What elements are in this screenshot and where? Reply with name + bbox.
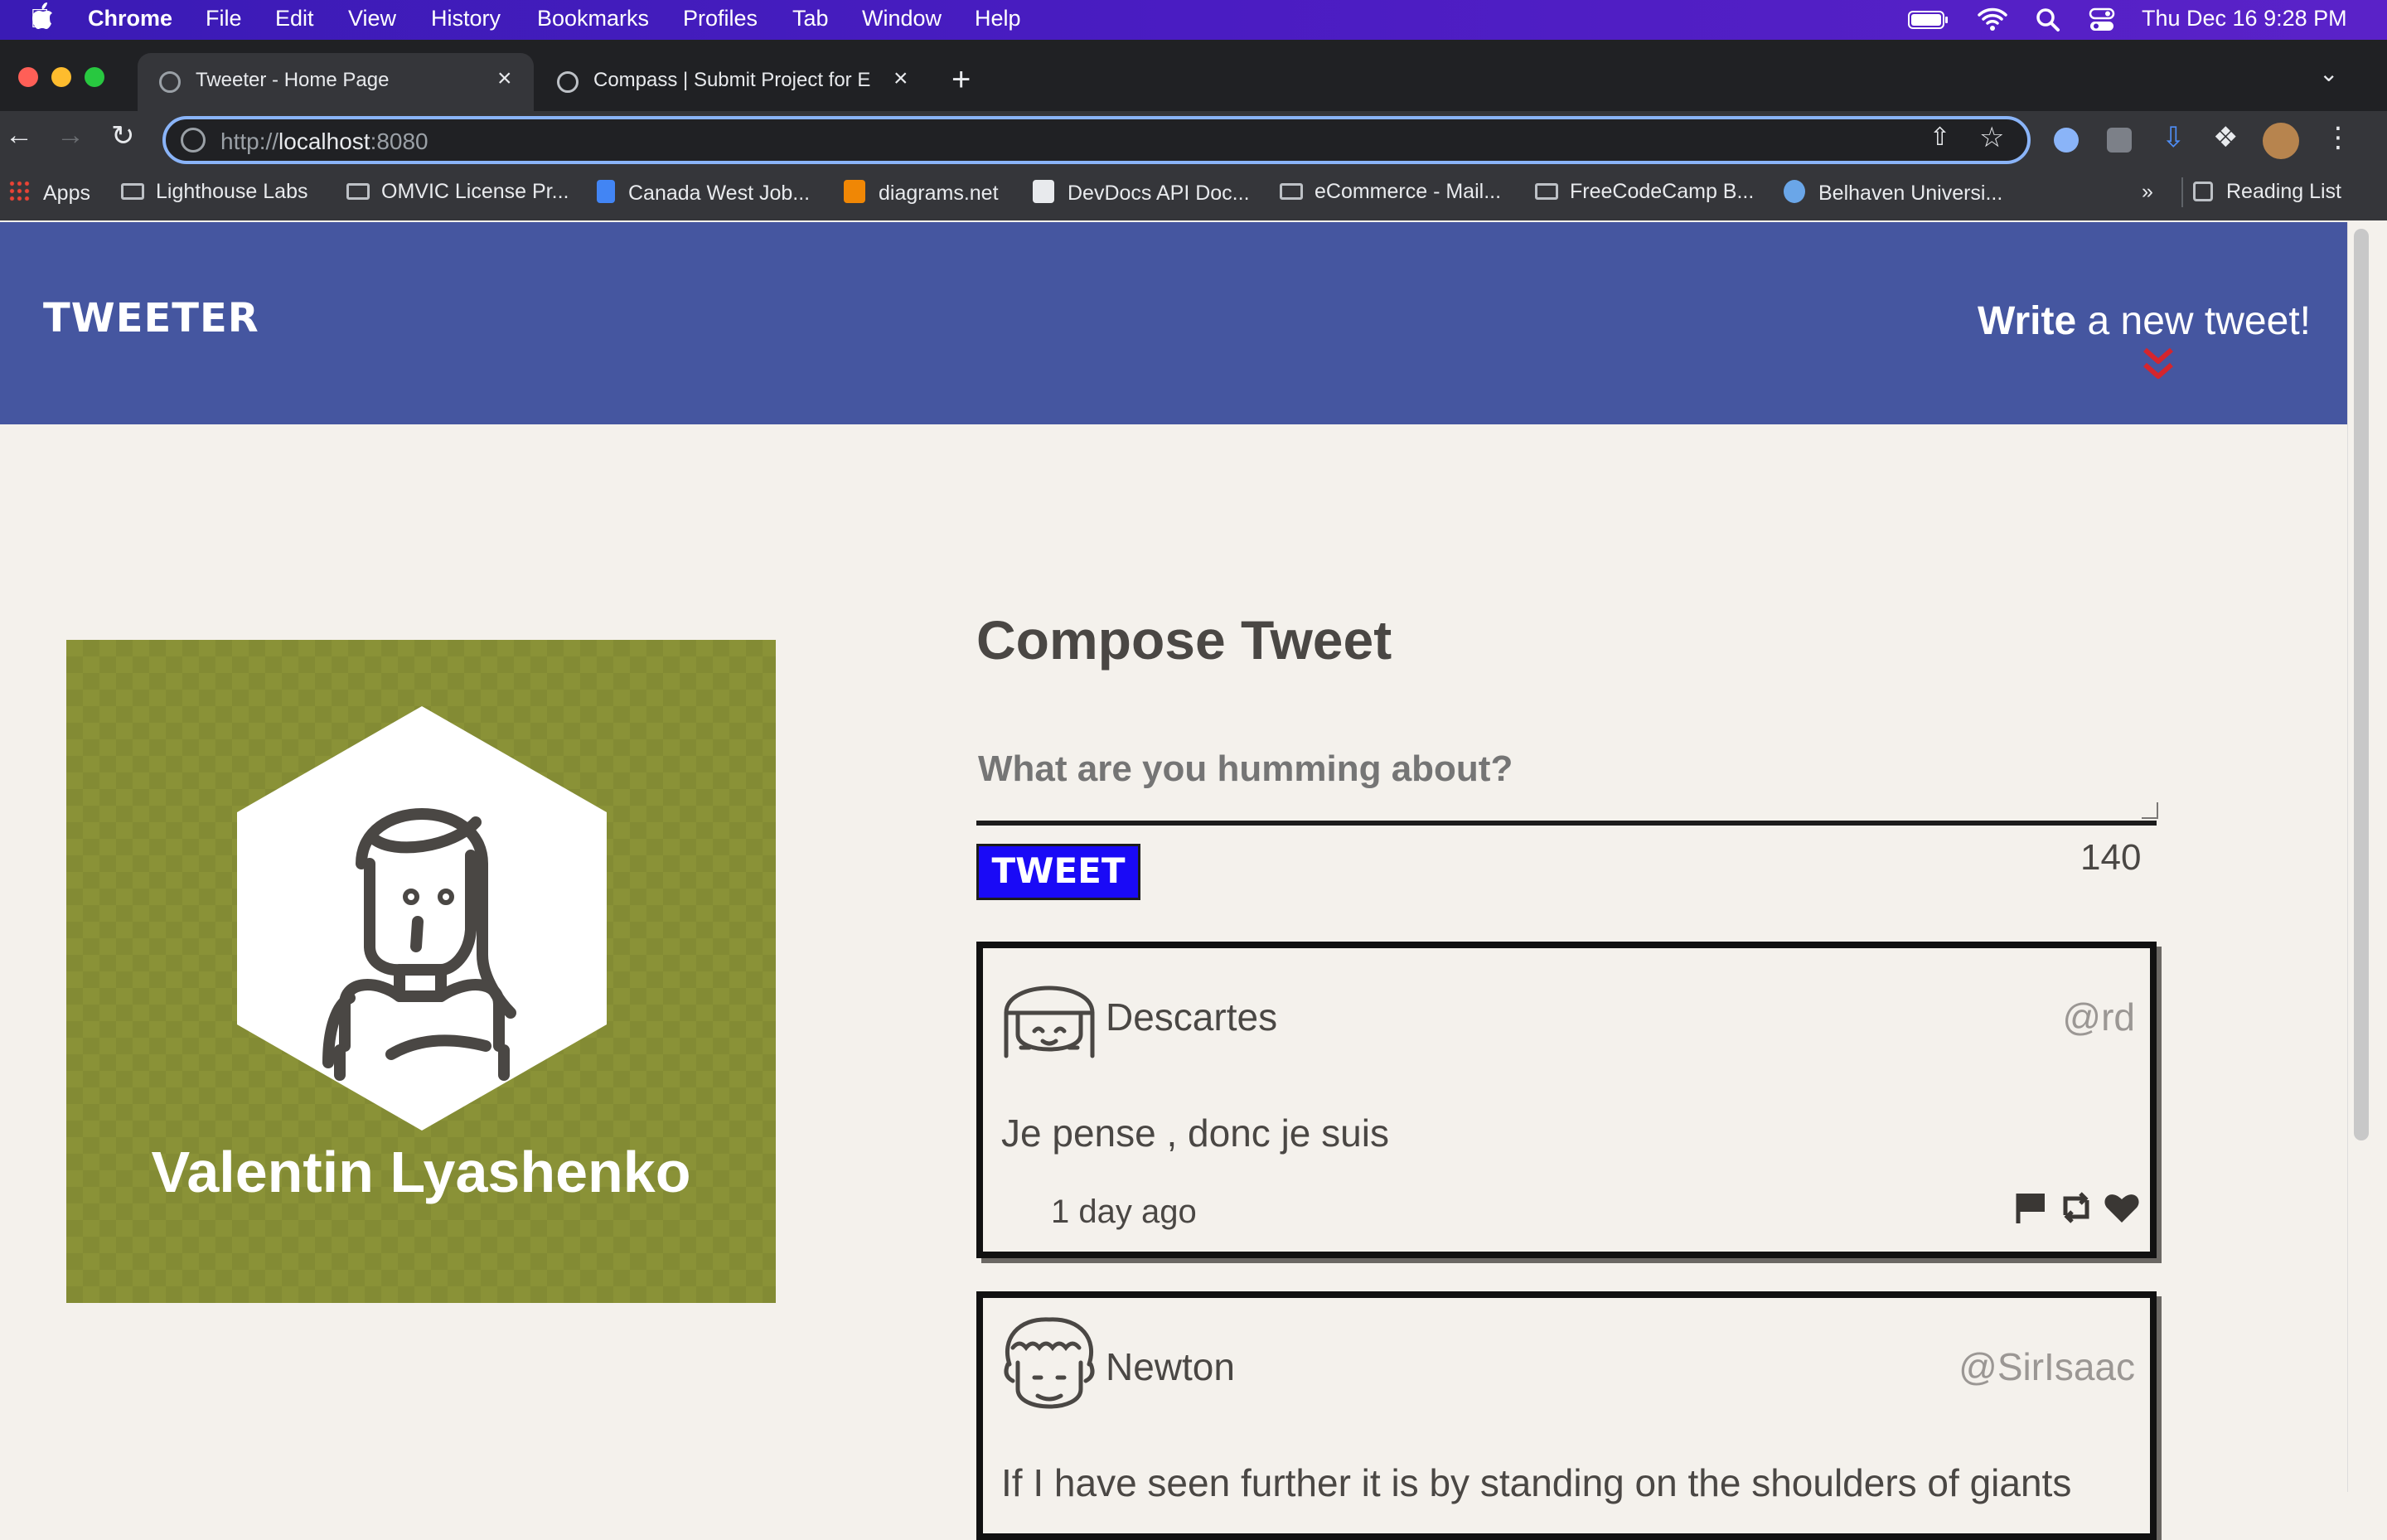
extensions-puzzle-icon[interactable]: ❖ — [2213, 121, 2238, 154]
zoom-window-button[interactable] — [85, 67, 104, 87]
tab-search-chevron-icon[interactable]: ⌄ — [2319, 60, 2338, 87]
tweet-card: Newton @SirIsaac If I have seen further … — [976, 1291, 2157, 1540]
menu-window[interactable]: Window — [862, 6, 942, 31]
profile-avatar[interactable] — [2263, 123, 2299, 159]
menu-help[interactable]: Help — [975, 6, 1021, 31]
back-arrow-icon[interactable]: ← — [5, 119, 33, 152]
close-window-button[interactable] — [18, 67, 38, 87]
spotlight-search-icon[interactable] — [2036, 7, 2060, 38]
bookmarks-divider — [2181, 177, 2183, 207]
macos-menu-bar:  Chrome File Edit View History Bookmark… — [0, 0, 2387, 40]
address-url[interactable]: http://localhost:8080 — [220, 128, 428, 155]
site-brand[interactable]: TWEETER — [43, 295, 259, 341]
write-new-tweet-link[interactable]: Write a new tweet! — [1978, 298, 2311, 344]
tab-tweeter[interactable]: Tweeter - Home Page × — [138, 53, 534, 111]
scrollbar-thumb[interactable] — [2354, 229, 2369, 1140]
menu-bookmarks[interactable]: Bookmarks — [537, 6, 649, 31]
tweet-button[interactable]: TWEET — [976, 844, 1140, 900]
tweet-card: Descartes @rd Je pense , donc je suis 1 … — [976, 942, 2157, 1258]
tab-compass[interactable]: Compass | Submit Project for E × — [535, 53, 925, 111]
minimize-window-button[interactable] — [51, 67, 71, 87]
tweet-author-name[interactable]: Descartes — [1106, 995, 1277, 1039]
tweet-actions — [2008, 1190, 2140, 1229]
bookmark-star-icon[interactable]: ☆ — [1979, 121, 2004, 154]
chevron-down-double-icon[interactable] — [2142, 346, 2175, 383]
profile-name: Valentin Lyashenko — [151, 1140, 691, 1204]
bookmark-diagrams[interactable]: diagrams.net — [844, 180, 999, 206]
control-center-icon[interactable] — [2089, 7, 2115, 38]
folder-icon — [121, 183, 144, 200]
bookmark-belhaven[interactable]: Belhaven Universi... — [1784, 180, 2002, 206]
extension-circle-icon[interactable] — [2054, 128, 2079, 153]
chrome-menu-icon[interactable]: ⋮ — [2324, 121, 2352, 154]
reload-icon[interactable]: ↻ — [111, 119, 135, 153]
flag-icon[interactable] — [2013, 1190, 2048, 1229]
folder-icon — [346, 183, 370, 200]
address-bar[interactable]: http://localhost:8080 ⇧ ☆ — [162, 116, 2031, 164]
apps-grid-icon — [8, 180, 30, 203]
forward-arrow-icon[interactable]: → — [56, 119, 85, 152]
menu-edit[interactable]: Edit — [275, 6, 314, 31]
bookmark-lighthouse-labs[interactable]: Lighthouse Labs — [121, 180, 307, 204]
menu-history[interactable]: History — [431, 6, 501, 31]
tweet-avatar — [1004, 986, 1095, 1058]
site-info-icon[interactable] — [181, 128, 206, 153]
devdocs-icon — [1033, 180, 1054, 203]
compass-icon — [557, 71, 579, 93]
battery-icon[interactable] — [1908, 10, 1949, 36]
globe-icon — [1784, 180, 1805, 203]
bookmark-apps[interactable]: Apps — [8, 180, 90, 206]
heart-icon[interactable] — [2104, 1191, 2140, 1228]
site-navbar: TWEETER Write a new tweet! — [0, 222, 2347, 424]
menu-app-name[interactable]: Chrome — [88, 6, 172, 31]
profile-avatar-icon — [237, 706, 607, 1131]
menu-profiles[interactable]: Profiles — [683, 6, 758, 31]
download-icon[interactable]: ⇩ — [2162, 121, 2186, 154]
compose-underline — [976, 821, 2157, 826]
apple-logo-icon[interactable] — [30, 2, 55, 37]
tab-close-icon[interactable]: × — [893, 65, 908, 93]
new-tab-plus-icon[interactable]: + — [951, 61, 971, 99]
reading-list-icon — [2193, 182, 2213, 201]
tab-title: Tweeter - Home Page — [196, 69, 390, 91]
bookmarks-overflow-button[interactable]: » — [2142, 180, 2153, 204]
tweet-author-handle[interactable]: @rd — [2062, 995, 2135, 1039]
textarea-resize-handle[interactable] — [2142, 802, 2158, 819]
globe-icon — [159, 71, 181, 93]
menu-view[interactable]: View — [348, 6, 396, 31]
tab-title: Compass | Submit Project for E — [593, 69, 871, 91]
extension-r-icon[interactable] — [2107, 128, 2132, 153]
folder-icon — [1535, 183, 1558, 200]
menubar-datetime[interactable]: Thu Dec 16 9:28 PM — [2142, 6, 2347, 31]
tweet-author-name[interactable]: Newton — [1106, 1344, 1235, 1389]
tab-close-icon[interactable]: × — [497, 65, 512, 93]
menu-file[interactable]: File — [206, 6, 242, 31]
bookmark-freecodecamp[interactable]: FreeCodeCamp B... — [1535, 180, 1754, 204]
bookmark-omvic[interactable]: OMVIC License Pr... — [346, 180, 569, 204]
tweet-text: Je pense , donc je suis — [1001, 1111, 1389, 1155]
profile-card: Valentin Lyashenko — [66, 640, 776, 1303]
reading-list-button[interactable]: Reading List — [2193, 180, 2341, 204]
wifi-icon[interactable] — [1978, 7, 2007, 37]
tweet-author-handle[interactable]: @SirIsaac — [1959, 1344, 2135, 1389]
character-counter: 140 — [2080, 837, 2142, 878]
compose-title: Compose Tweet — [976, 609, 1392, 671]
bookmark-canada-west[interactable]: Canada West Job... — [597, 180, 810, 206]
tweet-text-input[interactable] — [976, 714, 2160, 824]
retweet-icon[interactable] — [2057, 1190, 2095, 1229]
diagrams-icon — [844, 180, 865, 203]
tweet-text: If I have seen further it is by standing… — [1001, 1461, 2072, 1504]
share-icon[interactable]: ⇧ — [1929, 123, 1950, 152]
bookmark-ecommerce[interactable]: eCommerce - Mail... — [1280, 180, 1501, 204]
folder-icon — [1280, 183, 1303, 200]
bookmark-devdocs[interactable]: DevDocs API Doc... — [1033, 180, 1250, 206]
menu-tab[interactable]: Tab — [792, 6, 829, 31]
docs-icon — [597, 180, 615, 203]
tweet-avatar — [1004, 1317, 1095, 1409]
tweet-timestamp: 1 day ago — [1051, 1194, 1197, 1230]
